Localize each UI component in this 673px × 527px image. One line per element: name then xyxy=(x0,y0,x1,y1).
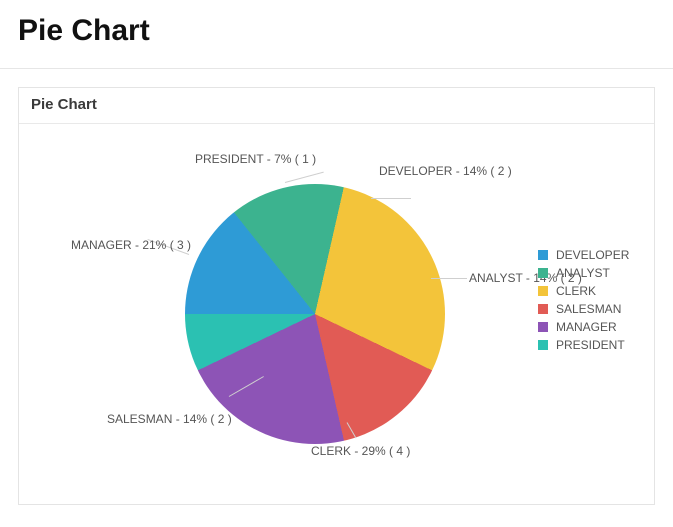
swatch-icon xyxy=(538,286,548,296)
region-header: Pie Chart xyxy=(19,88,654,124)
legend-item-developer[interactable]: DEVELOPER xyxy=(538,248,638,262)
swatch-icon xyxy=(538,340,548,350)
leader-line xyxy=(371,198,411,199)
page-title: Pie Chart xyxy=(18,14,655,48)
legend: DEVELOPER ANALYST CLERK SALESMAN MANAGER xyxy=(538,244,638,356)
page-header: Pie Chart xyxy=(0,0,673,69)
swatch-icon xyxy=(538,304,548,314)
pie-slice-president[interactable] xyxy=(185,184,445,444)
legend-item-manager[interactable]: MANAGER xyxy=(538,320,638,334)
slice-label-manager: MANAGER - 21% ( 3 ) xyxy=(71,238,191,252)
legend-label: SALESMAN xyxy=(556,302,621,316)
legend-label: ANALYST xyxy=(556,266,610,280)
region-body: DEVELOPER - 14% ( 2 ) ANALYST - 14% ( 2 … xyxy=(19,124,654,504)
legend-item-analyst[interactable]: ANALYST xyxy=(538,266,638,280)
slice-label-salesman: SALESMAN - 14% ( 2 ) xyxy=(107,412,232,426)
region-title: Pie Chart xyxy=(31,96,642,113)
chart-region: Pie Chart xyxy=(18,87,655,505)
swatch-icon xyxy=(538,250,548,260)
slice-label-developer: DEVELOPER - 14% ( 2 ) xyxy=(379,164,512,178)
legend-item-clerk[interactable]: CLERK xyxy=(538,284,638,298)
legend-label: DEVELOPER xyxy=(556,248,629,262)
legend-label: CLERK xyxy=(556,284,596,298)
pie xyxy=(185,184,445,444)
pie-chart: DEVELOPER - 14% ( 2 ) ANALYST - 14% ( 2 … xyxy=(29,134,549,494)
slice-label-president: PRESIDENT - 7% ( 1 ) xyxy=(195,152,316,166)
legend-label: MANAGER xyxy=(556,320,617,334)
slice-label-clerk: CLERK - 29% ( 4 ) xyxy=(311,444,410,458)
swatch-icon xyxy=(538,268,548,278)
leader-line xyxy=(431,278,467,279)
leader-line xyxy=(285,172,324,183)
legend-item-president[interactable]: PRESIDENT xyxy=(538,338,638,352)
swatch-icon xyxy=(538,322,548,332)
legend-item-salesman[interactable]: SALESMAN xyxy=(538,302,638,316)
legend-label: PRESIDENT xyxy=(556,338,625,352)
